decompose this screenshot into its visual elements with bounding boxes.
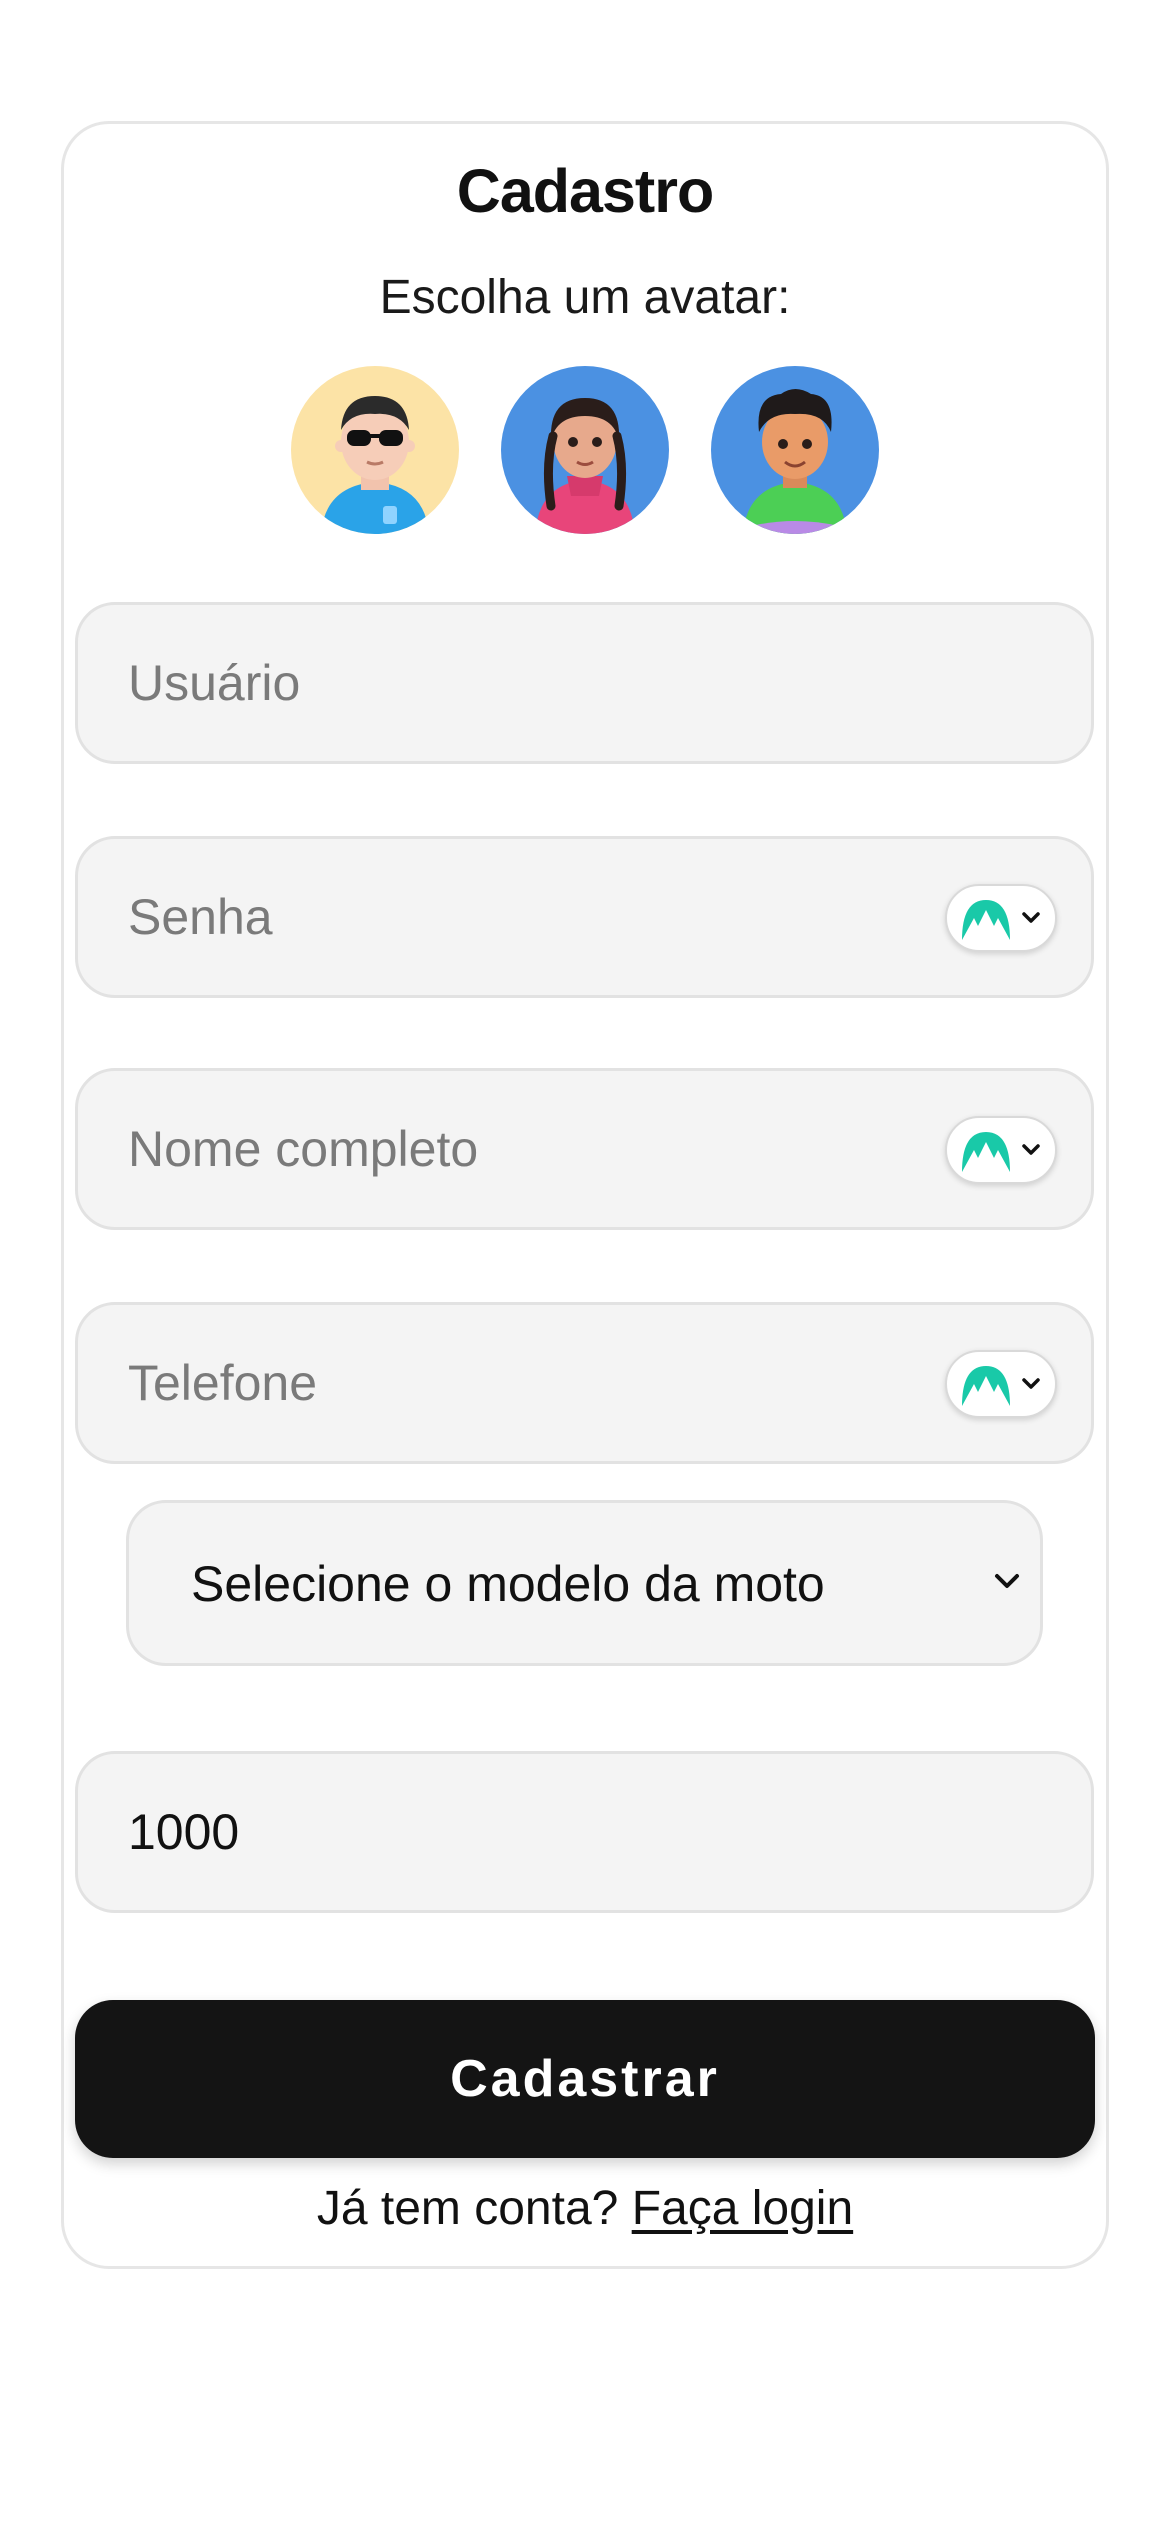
full-name-field-container	[75, 1068, 1094, 1230]
avatar-man-curly-hair-icon	[711, 366, 879, 534]
username-input[interactable]	[128, 605, 948, 761]
avatar-man-sunglasses-icon	[291, 366, 459, 534]
login-prompt: Já tem conta? Faça login	[0, 2180, 1170, 2238]
moto-model-select[interactable]: Selecione o modelo da moto	[126, 1500, 1043, 1666]
chevron-down-icon	[1022, 912, 1040, 923]
avatar-man-curly-hair[interactable]	[711, 366, 879, 534]
phone-input[interactable]	[128, 1305, 948, 1461]
password-manager-button[interactable]	[945, 1350, 1057, 1418]
username-field-container	[75, 602, 1094, 764]
nordpass-mountain-icon	[962, 900, 1010, 940]
page-title: Cadastro	[456, 157, 714, 225]
password-manager-button[interactable]	[945, 884, 1057, 952]
phone-field-container	[75, 1302, 1094, 1464]
chevron-down-icon	[1022, 1144, 1040, 1155]
avatar-woman-braids[interactable]	[501, 366, 669, 534]
password-manager-button[interactable]	[945, 1116, 1057, 1184]
chevron-down-icon	[995, 1574, 1019, 1588]
register-button[interactable]: Cadastrar	[75, 2000, 1095, 2158]
password-field-container	[75, 836, 1094, 998]
avatar-woman-braids-icon	[501, 366, 669, 534]
moto-model-selected-value: Selecione o modelo da moto	[191, 1556, 825, 1612]
full-name-input[interactable]	[128, 1071, 948, 1227]
login-link[interactable]: Faça login	[632, 2182, 853, 2235]
avatar-man-sunglasses[interactable]	[291, 366, 459, 534]
nordpass-mountain-icon	[962, 1132, 1010, 1172]
chevron-down-icon	[1022, 1378, 1040, 1389]
password-input[interactable]	[128, 839, 948, 995]
avatar-prompt: Escolha um avatar:	[379, 271, 791, 324]
login-prompt-text: Já tem conta?	[316, 2182, 619, 2235]
amount-field-container	[75, 1751, 1094, 1913]
nordpass-mountain-icon	[962, 1366, 1010, 1406]
amount-input[interactable]	[128, 1754, 948, 1910]
